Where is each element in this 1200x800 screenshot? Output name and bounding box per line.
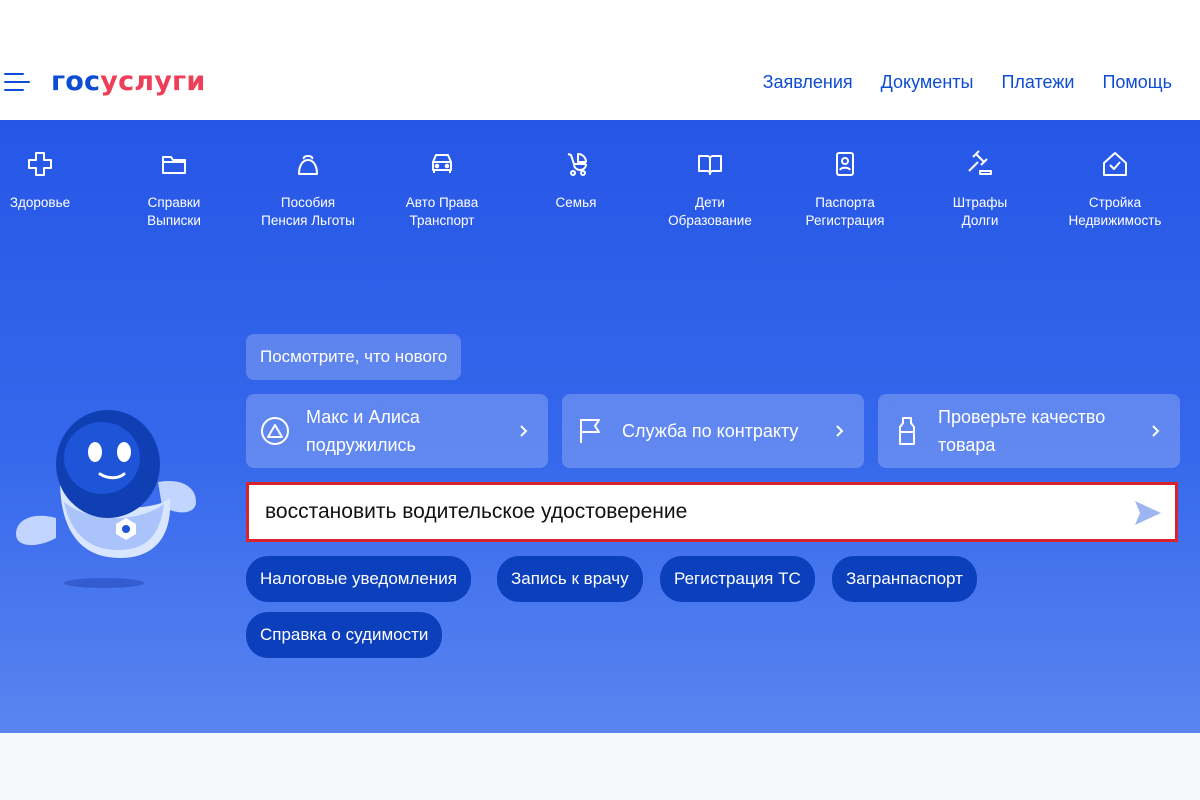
logo-part-gos: гос xyxy=(51,66,101,97)
chip-vehicle-registration[interactable]: Регистрация ТС xyxy=(660,556,815,602)
category-label-2: Образование xyxy=(668,213,752,228)
category-label-2: Недвижимость xyxy=(1068,213,1162,228)
chevron-right-icon xyxy=(1152,425,1160,437)
promo-text-2: подружились xyxy=(306,435,416,455)
top-nav: Заявления Документы Платежи Помощь xyxy=(763,70,1172,94)
book-icon xyxy=(698,155,722,175)
header: госуслуги Заявления Документы Платежи По… xyxy=(0,0,1200,120)
category-auto[interactable]: Авто Права Транспорт xyxy=(377,150,507,230)
category-label: Здоровье xyxy=(9,195,71,210)
promo-text: Проверьте качество xyxy=(938,407,1106,427)
category-label: Справки xyxy=(147,195,201,210)
category-benefits[interactable]: Пособия Пенсия Льготы xyxy=(243,150,373,230)
search-input[interactable] xyxy=(265,493,1125,531)
chip-doctor-appointment[interactable]: Запись к врачу xyxy=(497,556,643,602)
robot-mascot-illustration xyxy=(16,410,196,588)
chevron-right-icon xyxy=(836,425,844,437)
nav-documents[interactable]: Документы xyxy=(881,70,974,94)
nav-applications[interactable]: Заявления xyxy=(763,70,853,94)
category-label-2: Выписки xyxy=(147,213,201,228)
alice-icon xyxy=(261,417,289,445)
promo-text-2: товара xyxy=(938,435,996,455)
category-passports[interactable]: Паспорта Регистрация xyxy=(780,150,910,230)
category-realty[interactable]: Стройка Недвижимость xyxy=(1050,150,1180,230)
health-cross-icon xyxy=(28,152,52,176)
category-label: Пособия xyxy=(280,195,336,210)
hero-section: Здоровье Справки Выписки Пособия Пенсия Ль… xyxy=(0,120,1200,733)
purse-icon xyxy=(298,155,318,175)
search-box xyxy=(246,482,1178,542)
category-label: Семья xyxy=(555,195,597,210)
car-icon xyxy=(432,154,452,173)
nav-help[interactable]: Помощь xyxy=(1102,70,1172,94)
flag-icon xyxy=(580,419,600,443)
chevron-right-icon xyxy=(520,425,528,437)
bottle-icon xyxy=(899,417,915,445)
category-family[interactable]: Семья xyxy=(511,150,641,212)
promo-text: Макс и Алиса xyxy=(306,407,420,427)
page-content-area xyxy=(0,733,1200,800)
category-label: Паспорта xyxy=(815,195,875,210)
category-label: Штрафы xyxy=(952,195,1008,210)
category-label: Дети xyxy=(695,195,725,210)
whats-new-button[interactable]: Посмотрите, что нового xyxy=(246,334,462,380)
promo-card-max-alice[interactable]: Макс и Алиса подружились xyxy=(246,394,548,468)
send-icon[interactable] xyxy=(1133,499,1163,527)
gavel-icon xyxy=(968,150,992,175)
category-children[interactable]: Дети Образование xyxy=(645,150,775,230)
category-fines[interactable]: Штрафы Долги xyxy=(915,150,1045,230)
passport-icon xyxy=(836,152,854,176)
menu-icon[interactable] xyxy=(4,72,30,92)
logo-part-uslugi: услуги xyxy=(100,66,206,97)
nav-payments[interactable]: Платежи xyxy=(1001,70,1074,94)
chip-tax-notices[interactable]: Налоговые уведомления xyxy=(246,556,471,602)
category-label-2: Пенсия Льготы xyxy=(261,213,355,228)
house-icon xyxy=(1103,152,1127,176)
category-certificates[interactable]: Справки Выписки xyxy=(109,150,239,230)
category-label-2: Транспорт xyxy=(409,213,475,228)
category-label: Стройка xyxy=(1088,195,1142,210)
chip-foreign-passport[interactable]: Загранпаспорт xyxy=(832,556,977,602)
promo-card-quality-check[interactable]: Проверьте качество товара xyxy=(878,394,1180,468)
folder-icon xyxy=(162,156,186,174)
category-health[interactable]: Здоровье xyxy=(0,150,105,212)
logo[interactable]: госуслуги xyxy=(51,64,205,100)
category-label-2: Регистрация xyxy=(805,213,885,228)
category-label: Авто Права xyxy=(405,195,479,210)
promo-card-contract-service[interactable]: Служба по контракту xyxy=(562,394,864,468)
chip-criminal-record-certificate[interactable]: Справка о судимости xyxy=(246,612,443,658)
promo-text: Служба по контракту xyxy=(622,421,799,441)
stroller-icon xyxy=(567,153,587,176)
category-label-2: Долги xyxy=(961,213,999,228)
